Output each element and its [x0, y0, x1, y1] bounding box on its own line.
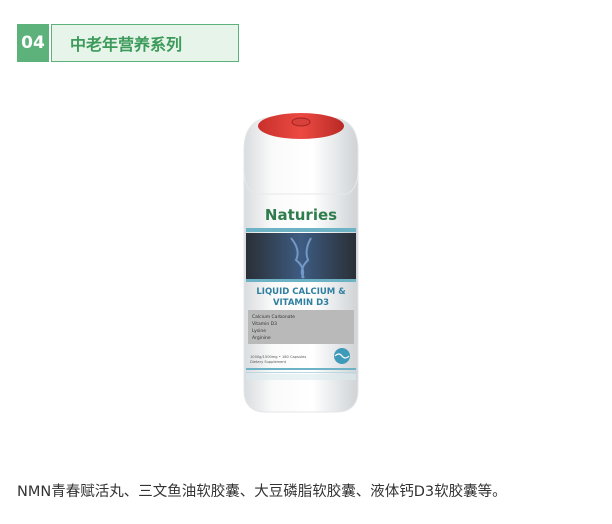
- section-title: 中老年营养系列: [51, 24, 239, 62]
- product-list-caption: NMN青春赋活丸、三文鱼油软胶囊、大豆磷脂软胶囊、液体钙D3软胶囊等。: [17, 484, 507, 500]
- section-number-badge: 04: [17, 24, 49, 62]
- product-name-line1: LIQUID CALCIUM &: [256, 287, 346, 297]
- ingredient-item: Vitamin D3: [252, 321, 277, 327]
- brand-logo: Naturies: [265, 206, 337, 224]
- product-bottle-image: Naturies LIQUID CALCIUM & VITAMIN D3 Cal…: [243, 113, 359, 413]
- product-footer-line1: 1000g/1500mg • 180 Capsules: [250, 355, 306, 359]
- ingredient-item: Calcium Carbonate: [252, 314, 295, 320]
- ingredient-item: Arginine: [252, 335, 271, 341]
- product-footer-line2: Dietary Supplement: [250, 360, 287, 364]
- ingredient-item: Lysine: [252, 328, 266, 334]
- section-header: 04 中老年营养系列: [17, 24, 239, 62]
- product-name-line2: VITAMIN D3: [273, 298, 329, 308]
